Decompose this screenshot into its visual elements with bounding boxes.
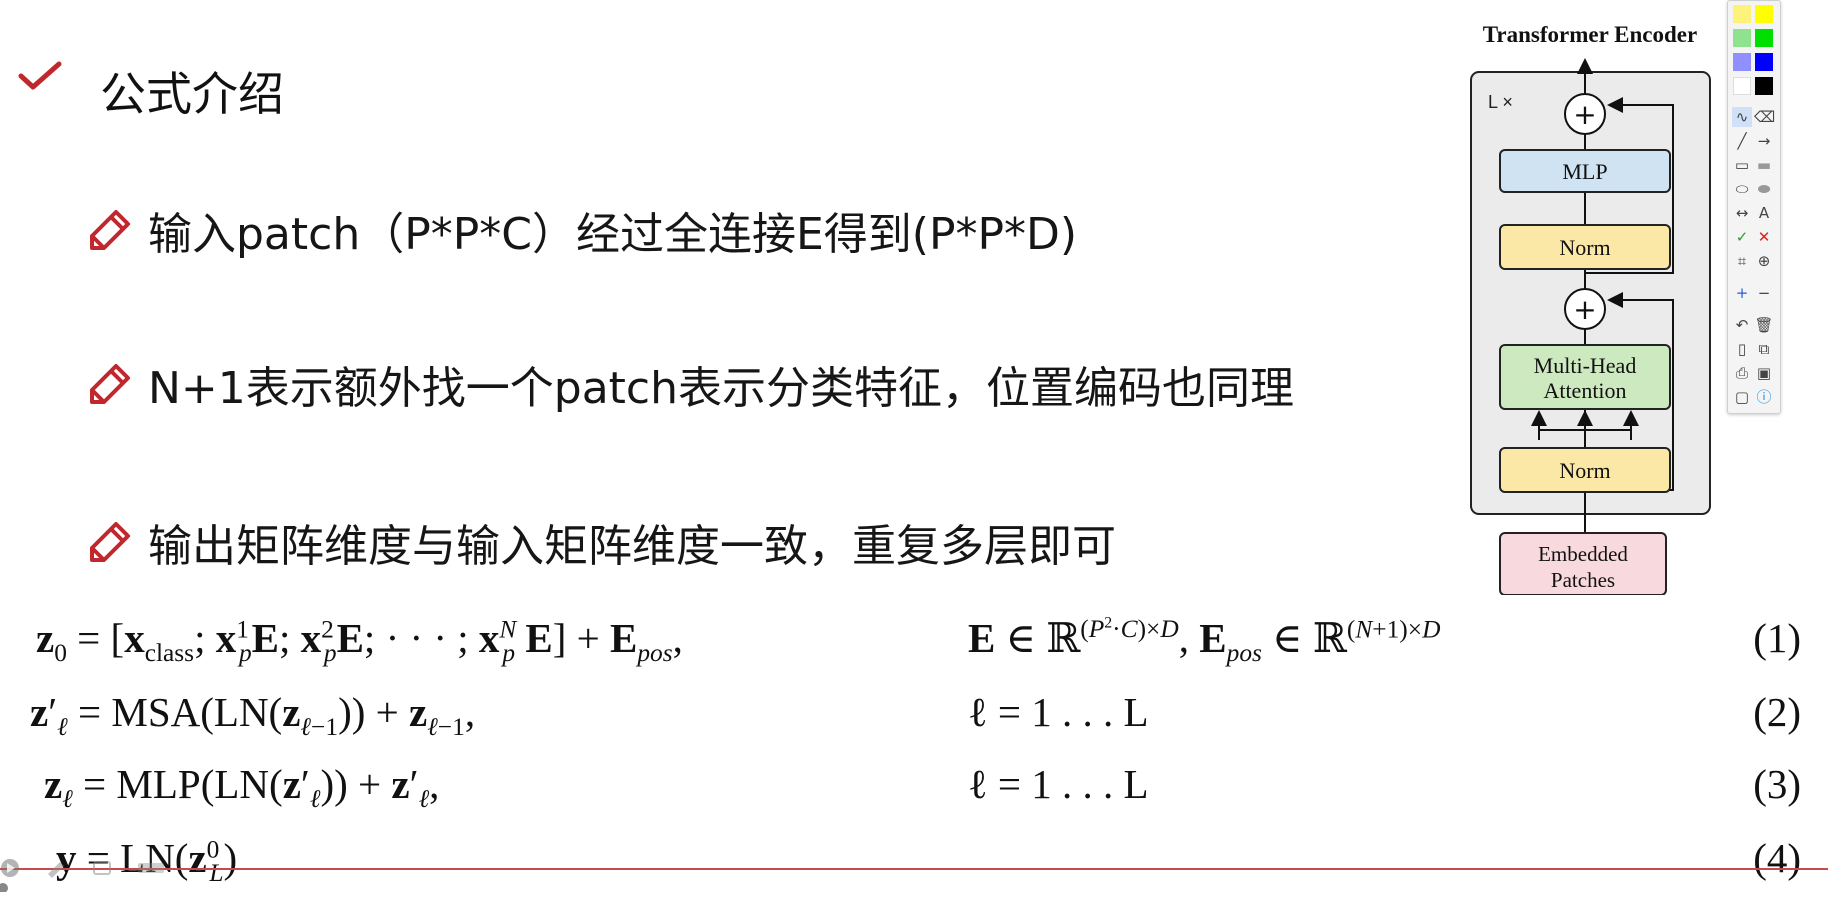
equation-row: zℓ = MLP(LN(z′ℓ)) + z′ℓ, ℓ = 1 . . . L (… [0, 760, 1828, 834]
repeat-label: L × [1488, 92, 1513, 112]
equation-number: (4) [1753, 835, 1801, 881]
screenshot-icon[interactable] [93, 861, 111, 875]
checkmark-icon [18, 61, 62, 90]
pencil-icon [90, 364, 130, 404]
svg-text:Patches: Patches [1551, 568, 1615, 592]
svg-text:Attention: Attention [1543, 378, 1626, 403]
ellipse-icon[interactable]: ⬭ [1732, 179, 1752, 199]
equation-row: y = LN(z0L) (4) [0, 834, 1828, 908]
bullet-item: 输入patch（P*P*C）经过全连接E得到(P*P*D) [86, 198, 1077, 262]
video-progress-bar[interactable] [0, 868, 1828, 870]
annotation-toolbar: ∿ ⌫ ╱ → ▭ ▬ ⬭ ⬬ ↔ A ✓ ✕ ⌗ ⊕ + − ↶ 🗑 ▯ ⧉ … [1727, 0, 1781, 414]
cross-mark-icon[interactable]: ✕ [1754, 227, 1774, 247]
transformer-encoder-diagram: Transformer Encoder L × + MLP Norm + Mul… [1470, 22, 1711, 595]
filled-rectangle-icon[interactable]: ▬ [1754, 155, 1774, 175]
rectangle-icon[interactable]: ▭ [1732, 155, 1752, 175]
equation-3: zℓ = MLP(LN(z′ℓ)) + z′ℓ, [44, 761, 440, 814]
color-swatch[interactable] [1733, 77, 1751, 95]
new-page-icon[interactable]: ▯ [1732, 339, 1752, 359]
equation-1-condition: E ∈ ℝ(P2·C)×D, Epos ∈ ℝ(N+1)×D [968, 614, 1441, 668]
cursor-icon [0, 883, 8, 892]
pencil-icon [90, 522, 130, 562]
equation-2-condition: ℓ = 1 . . . L [968, 689, 1149, 735]
color-swatch[interactable] [1733, 5, 1751, 23]
bullet-text: 输入patch（P*P*C）经过全连接E得到(P*P*D) [148, 209, 1078, 260]
pen-tool-icon[interactable] [48, 862, 64, 878]
line-icon[interactable]: ╱ [1732, 131, 1752, 151]
bullet-text: N+1表示额外找一个patch表示分类特征，位置编码也同理 [148, 363, 1294, 414]
color-swatch[interactable] [1755, 5, 1773, 23]
svg-text:+: + [1573, 98, 1596, 131]
screen-icon[interactable]: ▢ [1732, 387, 1752, 407]
undo-icon[interactable]: ↶ [1732, 315, 1752, 335]
svg-text:MLP: MLP [1562, 159, 1607, 184]
bullet-text: 输出矩阵维度与输入矩阵维度一致，重复多层即可 [148, 521, 1116, 572]
svg-text:Embedded: Embedded [1538, 542, 1628, 566]
arrow-icon[interactable]: → [1754, 131, 1774, 151]
color-swatch[interactable] [1733, 53, 1751, 71]
bullet-item: N+1表示额外找一个patch表示分类特征，位置编码也同理 [86, 352, 1294, 416]
filled-ellipse-icon[interactable]: ⬬ [1754, 179, 1774, 199]
equation-2: z′ℓ = MSA(LN(zℓ−1)) + zℓ−1, [30, 689, 476, 742]
check-mark-icon[interactable]: ✓ [1732, 227, 1752, 247]
equation-row: z0 = [xclass; x1pE; x2pE; · · · ; xNp E]… [0, 614, 1828, 688]
print-icon[interactable]: ⎙ [1732, 363, 1752, 383]
trash-icon[interactable]: 🗑 [1754, 315, 1774, 335]
copy-icon[interactable]: ⧉ [1754, 339, 1774, 359]
plus-icon[interactable]: + [1732, 283, 1752, 303]
save-icon[interactable]: ▣ [1754, 363, 1774, 383]
equation-number: (1) [1753, 615, 1801, 661]
equation-number: (2) [1753, 689, 1801, 735]
text-icon[interactable]: A [1754, 203, 1774, 223]
crop-icon[interactable]: ⌗ [1732, 251, 1752, 271]
svg-text:Norm: Norm [1559, 458, 1610, 483]
equation-1: z0 = [xclass; x1pE; x2pE; · · · ; xNp E]… [36, 615, 683, 668]
minus-icon[interactable]: − [1754, 283, 1774, 303]
slide-title: 公式介绍 [100, 67, 284, 121]
color-swatch[interactable] [1755, 77, 1773, 95]
svg-text:Norm: Norm [1559, 235, 1610, 260]
equation-number: (3) [1753, 761, 1801, 807]
player-controls [0, 859, 164, 892]
info-icon[interactable]: ⓘ [1754, 387, 1774, 407]
eraser-icon[interactable]: ⌫ [1754, 107, 1775, 127]
bullet-item: 输出矩阵维度与输入矩阵维度一致，重复多层即可 [86, 510, 1116, 574]
color-swatch[interactable] [1755, 29, 1773, 47]
diagram-title: Transformer Encoder [1483, 22, 1697, 47]
svg-text:+: + [1573, 293, 1596, 326]
equation-3-condition: ℓ = 1 . . . L [968, 761, 1149, 807]
double-arrow-icon[interactable]: ↔ [1732, 203, 1752, 223]
subtitle-icon[interactable] [138, 863, 164, 873]
color-swatch[interactable] [1733, 29, 1751, 47]
equation-row: z′ℓ = MSA(LN(zℓ−1)) + zℓ−1, ℓ = 1 . . . … [0, 688, 1828, 762]
freehand-icon[interactable]: ∿ [1732, 107, 1752, 127]
svg-text:Multi-Head: Multi-Head [1534, 353, 1637, 378]
pencil-icon [90, 210, 130, 250]
zoom-icon[interactable]: ⊕ [1754, 251, 1774, 271]
color-swatch[interactable] [1755, 53, 1773, 71]
